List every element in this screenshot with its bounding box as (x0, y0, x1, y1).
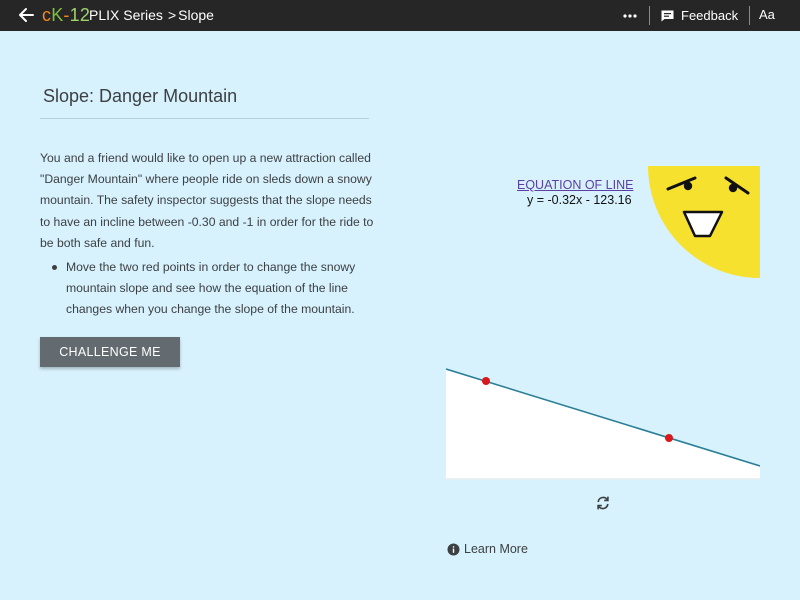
learn-more-link[interactable]: Learn More (447, 541, 528, 557)
title-divider (40, 118, 369, 119)
sun-right-eye (728, 183, 738, 193)
slope-point-2[interactable] (665, 434, 673, 442)
equation-heading[interactable]: EQUATION OF LINE (517, 178, 633, 192)
slope-point-1[interactable] (482, 377, 490, 385)
top-bar: cK-12 PLIX Series > Slope Feedback Aa (0, 0, 800, 31)
instruction-list: Move the two red points in order to chan… (40, 257, 375, 321)
info-icon (447, 543, 460, 555)
learn-more-label: Learn More (464, 542, 528, 556)
feedback-label: Feedback (681, 8, 739, 23)
feedback-button[interactable]: Feedback (660, 5, 738, 26)
topbar-divider (749, 6, 750, 25)
snow-area (446, 369, 760, 479)
breadcrumb-separator: > (167, 7, 177, 23)
topbar-divider (649, 6, 650, 25)
breadcrumb: PLIX Series > Slope (89, 7, 214, 23)
equation-value: y = -0.32x - 123.16 (527, 193, 632, 207)
text-size-button[interactable]: Aa (759, 7, 775, 22)
instruction-item: Move the two red points in order to chan… (40, 257, 375, 321)
ck12-logo[interactable]: cK-12 (42, 5, 90, 26)
sun-face (648, 166, 760, 278)
breadcrumb-page: Slope (178, 7, 214, 23)
back-arrow-icon[interactable] (17, 5, 35, 25)
challenge-me-button[interactable]: CHALLENGE ME (40, 337, 180, 367)
breadcrumb-series[interactable]: PLIX Series (89, 7, 163, 23)
refresh-icon[interactable] (595, 495, 611, 511)
sun-left-eye (683, 181, 693, 191)
feedback-icon (661, 10, 674, 21)
page-title: Slope: Danger Mountain (43, 86, 238, 106)
mountain-graph (446, 368, 760, 480)
more-horizontal-icon[interactable] (620, 7, 640, 23)
description-text: You and a friend would like to open up a… (40, 151, 374, 250)
